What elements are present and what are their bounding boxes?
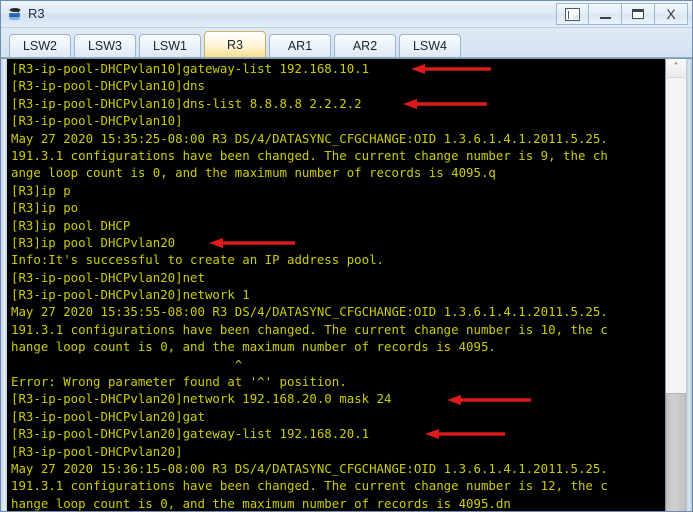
terminal-line: ^	[11, 356, 243, 372]
title-bar: R3 X	[1, 1, 692, 28]
tab-label: R3	[227, 37, 243, 52]
terminal-line: hange loop count is 0, and the maximum n…	[11, 339, 496, 355]
terminal-line: [R3-ip-pool-DHCPvlan20]gateway-list 192.…	[11, 426, 370, 442]
terminal-line: [R3-ip-pool-DHCPvlan10]dns-list 8.8.8.8 …	[11, 95, 362, 111]
window-controls: X	[556, 3, 688, 25]
minimize-button[interactable]	[589, 3, 622, 25]
maximize-button[interactable]	[622, 3, 655, 25]
terminal-line: ange loop count is 0, and the maximum nu…	[11, 165, 496, 181]
tab-label: LSW4	[412, 39, 448, 53]
tab-lsw3[interactable]: LSW3	[74, 34, 136, 57]
terminal-line: [R3]ip pool DHCP	[11, 217, 131, 233]
scrollbar-thumb[interactable]	[666, 393, 686, 511]
restore-icon	[565, 7, 580, 21]
tab-label: AR2	[352, 39, 378, 53]
router-icon	[6, 5, 24, 23]
close-icon: X	[666, 6, 676, 22]
tab-label: LSW1	[152, 39, 188, 53]
tab-r3[interactable]: R3	[204, 31, 266, 57]
close-button[interactable]: X	[655, 3, 688, 25]
terminal-line: [R3-ip-pool-DHCPvlan10]dns	[11, 78, 205, 94]
terminal-line: [R3-ip-pool-DHCPvlan20]gat	[11, 408, 205, 424]
tab-label: LSW2	[22, 39, 58, 53]
tab-lsw1[interactable]: LSW1	[139, 34, 201, 57]
tab-lsw2[interactable]: LSW2	[9, 34, 71, 57]
tab-lsw4[interactable]: LSW4	[399, 34, 461, 57]
terminal-right-border	[686, 59, 692, 511]
tab-label: LSW3	[87, 39, 123, 53]
window-title: R3	[28, 5, 45, 21]
terminal-line: May 27 2020 15:36:15-08:00 R3 DS/4/DATAS…	[11, 460, 608, 476]
terminal-line: [R3-ip-pool-DHCPvlan20]	[11, 443, 183, 459]
terminal-line: Error: Wrong parameter found at '^' posi…	[11, 374, 347, 390]
tab-ar1[interactable]: AR1	[269, 34, 331, 57]
terminal-line: 191.3.1 configurations have been changed…	[11, 147, 608, 163]
vertical-scrollbar[interactable]: ˄	[665, 59, 686, 511]
tab-ar2[interactable]: AR2	[334, 34, 396, 57]
device-tab-bar: LSW2 LSW3 LSW1 R3 AR1 AR2 LSW4	[1, 28, 692, 58]
terminal-line: [R3]ip po	[11, 200, 79, 216]
terminal-line: 191.3.1 configurations have been changed…	[11, 321, 608, 337]
minimize-icon	[599, 17, 611, 19]
terminal-line: 191.3.1 configurations have been changed…	[11, 478, 608, 494]
terminal-line: [R3-ip-pool-DHCPvlan20]network 1	[11, 287, 250, 303]
restore-button[interactable]	[556, 3, 589, 25]
terminal-window: R3 X LSW2 LSW3 LSW1 R3 AR1 AR2 LSW4 [R3-ip-poo…	[0, 0, 693, 512]
terminal-line: [R3-ip-pool-DHCPvlan20]network 192.168.2…	[11, 391, 392, 407]
terminal-line: [R3-ip-pool-DHCPvlan10]gateway-list 192.…	[11, 61, 370, 76]
terminal-line: [R3-ip-pool-DHCPvlan20]net	[11, 269, 205, 285]
terminal-line: hange loop count is 0, and the maximum n…	[11, 495, 511, 511]
terminal-line: [R3]ip p	[11, 182, 71, 198]
terminal-line: May 27 2020 15:35:55-08:00 R3 DS/4/DATAS…	[11, 304, 608, 320]
terminal-area: [R3-ip-pool-DHCPvlan10]gateway-list 192.…	[1, 58, 692, 511]
maximize-icon	[632, 9, 644, 19]
terminal-output[interactable]: [R3-ip-pool-DHCPvlan10]gateway-list 192.…	[7, 59, 665, 511]
terminal-line: Info:It's successful to create an IP add…	[11, 252, 384, 268]
scrollbar-track[interactable]	[666, 78, 686, 511]
terminal-line: May 27 2020 15:35:25-08:00 R3 DS/4/DATAS…	[11, 130, 608, 146]
tab-label: AR1	[287, 39, 313, 53]
terminal-line: [R3]ip pool DHCPvlan20	[11, 234, 176, 250]
scroll-up-button[interactable]: ˄	[666, 59, 686, 78]
terminal-line: [R3-ip-pool-DHCPvlan10]	[11, 113, 183, 129]
